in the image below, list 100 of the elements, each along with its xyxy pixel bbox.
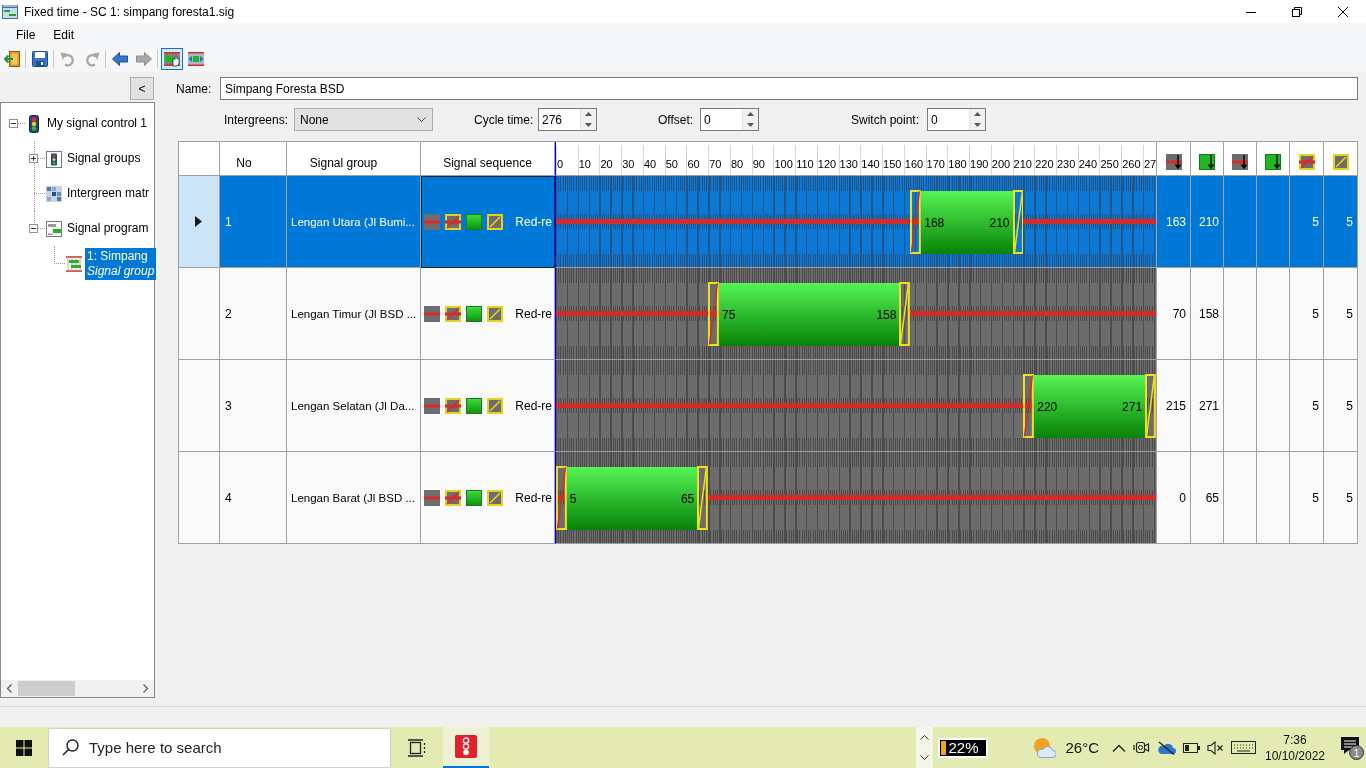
offset-spinner[interactable]: 0 [700,108,759,131]
window-title: Fixed time - SC 1: simpang foresta1.sig [24,4,235,19]
up-arrow-icon[interactable] [585,112,592,117]
prepare-phase-marker [1023,374,1035,438]
redo-icon [84,51,100,67]
taskbar-app[interactable] [443,727,489,768]
table-row[interactable]: 2 Lengan Timur (Jl BSD ... Red-re 75 158 70 158 5 5 [179,268,1358,360]
go-phase-bar[interactable]: 220 271 [1034,375,1146,438]
down-arrow-icon[interactable] [585,122,592,127]
up-arrow-icon[interactable] [974,112,981,117]
down-arrow-icon[interactable] [747,122,754,127]
time-tick-label: 40 [643,158,657,171]
menu-item[interactable]: File [7,25,45,44]
keyboard-icon[interactable] [1231,741,1256,754]
scrollbar-thumb[interactable] [18,681,75,696]
clearance-phase-icon [1332,154,1349,170]
battery-icon[interactable] [1183,742,1200,753]
tree-item[interactable]: Intergreen matr [65,185,152,202]
horizontal-scrollbar[interactable] [1,680,154,697]
table-row[interactable]: 3 Lengan Selatan (Jl Da... Red-re 220 271 215 271 5 5 [179,360,1358,452]
battery-widget[interactable]: 22% [938,737,989,758]
sequence-name: Red-re [515,398,552,413]
time-tick-label: 100 [774,158,793,171]
time-tick-label: 220 [1035,158,1054,171]
time-tick-label: 180 [948,158,967,171]
time-tick-label: 60 [687,158,700,171]
weather-widget[interactable]: 26°C [1032,736,1099,759]
cycle-time-spinner[interactable]: 276 [538,108,597,131]
traffic-light-box-icon [46,149,62,168]
prepare-phase-icon [445,489,461,506]
toolbar-button[interactable] [29,48,51,70]
intergreens-dropdown[interactable]: None [294,108,433,131]
go-phase-icon [466,305,482,322]
time-tick-label: 200 [991,158,1011,171]
collapse-icon[interactable] [29,224,38,233]
scroll-up-icon[interactable] [920,734,930,740]
column-header[interactable]: Signal sequence [421,142,555,176]
time-tick-label: 0 [557,158,564,171]
prepare-phase-marker [556,466,567,530]
stop-end-value: 0 [1157,452,1191,544]
toolbar-button[interactable] [161,48,183,70]
chevron-up-icon[interactable] [1112,743,1126,752]
cloud-off-icon[interactable] [1157,740,1176,755]
scroll-right-icon[interactable] [142,684,149,693]
up-arrow-icon[interactable] [747,112,754,117]
phase-end-label: 65 [680,491,695,506]
stop-phase-icon [424,397,440,414]
go-phase-bar[interactable]: 5 65 [566,467,698,530]
clearance-phase-icon [487,305,503,322]
scroll-down-icon[interactable] [920,755,930,761]
close-icon [1338,6,1348,17]
clearance-phase-icon [487,213,503,230]
name-field[interactable]: Simpang Foresta BSD [220,77,1358,100]
time-tick-label: 190 [970,158,989,171]
switch-point-spinner[interactable]: 0 [927,108,986,131]
collapse-panel-button[interactable]: < [130,77,154,100]
toolbar-button[interactable] [1,48,23,70]
tree-item[interactable]: My signal control 1 [45,115,150,132]
sequence-name: Red-re [515,214,552,229]
prepare-phase-icon [1298,154,1315,170]
time-tick-label: 10 [578,158,591,171]
clearance-phase-icon [487,489,503,506]
phase-end-label: 158 [876,307,897,322]
table-row[interactable]: 1 Lengan Utara (Jl Bumi... Red-re 168 210 163 210 5 5 [179,176,1358,268]
clearance-phase-marker [899,282,911,346]
go-phase-icon [466,213,482,230]
prepare-time-value: 5 [1290,452,1324,544]
go-phase-icon [466,489,482,506]
prepare-phase-icon [445,305,461,322]
scroll-left-icon[interactable] [6,684,13,693]
go-end-value: 65 [1191,452,1224,544]
go-phase-bar[interactable]: 75 158 [719,283,900,346]
cycle-time-label: Cycle time: [474,112,535,127]
left-arrow-icon [112,51,128,67]
expand-icon[interactable] [29,154,38,163]
time-tick-label: 30 [622,158,635,171]
taskbar-clock[interactable]: 7:36 10/10/2022 [1262,731,1328,764]
phase-start-label: 75 [722,307,736,322]
go-phase-bar[interactable]: 168 210 [921,191,1013,254]
phase-end-label: 271 [1122,399,1143,414]
menu-item[interactable]: Edit [44,25,84,44]
search-icon [62,739,79,756]
down-arrow-icon[interactable] [974,122,981,127]
tree-item[interactable]: Signal program [65,220,151,237]
time-tick-label: 50 [665,158,678,171]
offset-label: Offset: [658,112,695,127]
stop-phase-icon [424,213,440,230]
time-tick-label: 120 [817,158,837,171]
sequence-name: Red-re [515,490,552,505]
row-pointer-icon [194,216,202,227]
taskbar-search-field[interactable]: Type here to search [48,727,391,768]
speaker-muted-icon[interactable] [1207,740,1224,755]
table-row[interactable]: 4 Lengan Barat (Jl BSD ... Red-re 5 65 0 65 5 5 [179,452,1358,544]
time-tick-label: 240 [1078,158,1098,171]
camera-icon[interactable] [1133,739,1150,756]
collapse-icon[interactable] [9,119,18,128]
clearance-phase-marker [697,466,709,530]
tree-item[interactable]: 1: Simpang Signal group [85,247,157,280]
tree-item[interactable]: Signal groups [65,150,143,167]
chart-arrows-icon [188,51,204,67]
